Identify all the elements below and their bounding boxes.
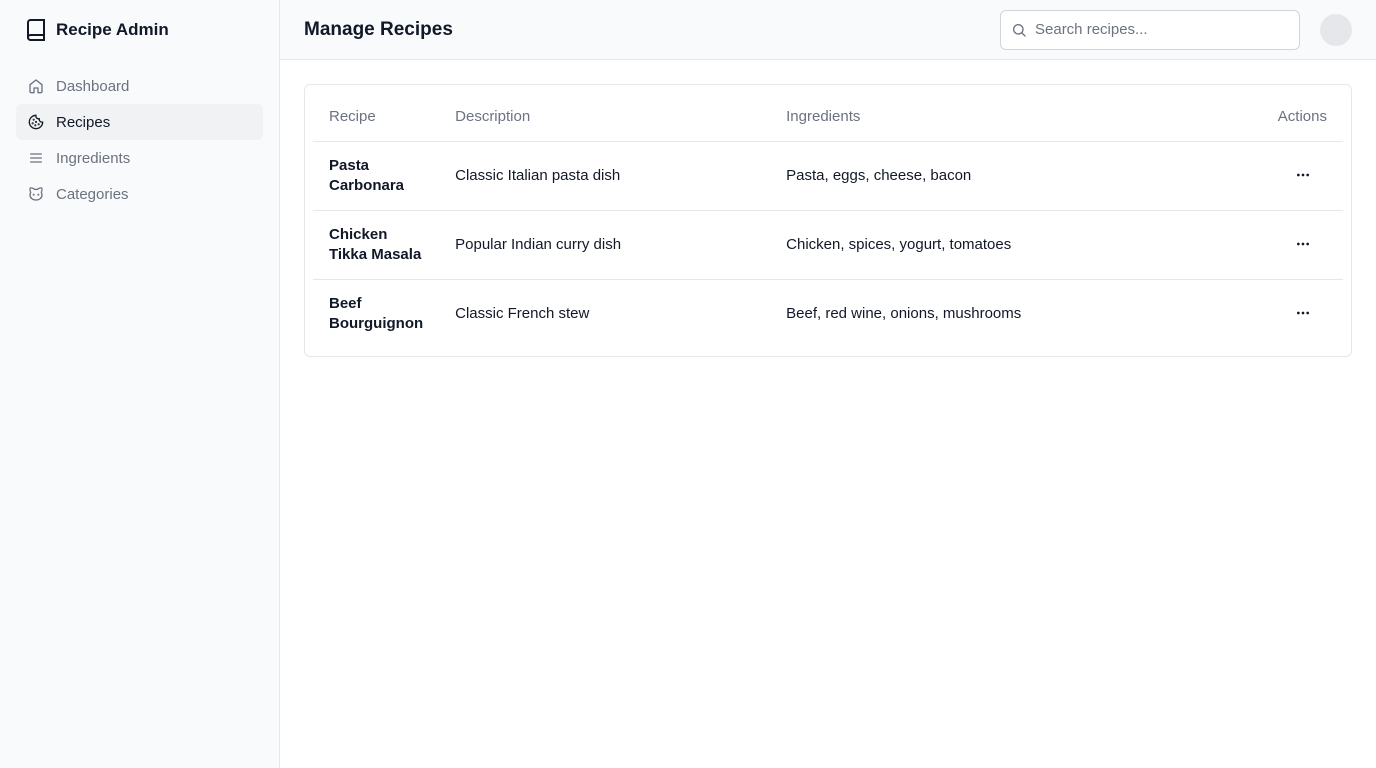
recipes-table: Recipe Description Ingredients Actions P… bbox=[313, 93, 1343, 348]
row-actions bbox=[1262, 279, 1343, 348]
cat-icon bbox=[28, 186, 44, 202]
table-row: Chicken Tikka Masala Popular Indian curr… bbox=[313, 210, 1343, 280]
column-header-description: Description bbox=[439, 93, 771, 142]
recipe-ingredients: Chicken, spices, yogurt, tomatoes bbox=[770, 210, 1262, 280]
sidebar-item-label: Ingredients bbox=[56, 149, 131, 167]
sidebar-item-label: Categories bbox=[56, 185, 129, 203]
avatar[interactable] bbox=[1320, 13, 1352, 46]
list-icon bbox=[28, 150, 44, 166]
page-title: Manage Recipes bbox=[304, 18, 453, 40]
column-header-ingredients: Ingredients bbox=[770, 93, 1262, 142]
sidebar-item-ingredients[interactable]: Ingredients bbox=[16, 140, 263, 176]
more-horizontal-icon bbox=[1297, 311, 1309, 314]
column-header-recipe: Recipe bbox=[313, 93, 440, 142]
sidebar-item-label: Dashboard bbox=[56, 77, 130, 95]
table-row: Pasta Carbonara Classic Italian pasta di… bbox=[313, 141, 1343, 211]
more-horizontal-icon bbox=[1297, 173, 1309, 176]
table-row: Beef Bourguignon Classic French stew Bee… bbox=[313, 279, 1343, 348]
recipe-name: Pasta Carbonara bbox=[313, 141, 440, 211]
search-icon bbox=[1011, 22, 1027, 38]
more-actions-button[interactable] bbox=[1291, 301, 1315, 325]
row-actions bbox=[1261, 210, 1343, 280]
more-actions-button[interactable] bbox=[1291, 232, 1315, 256]
table-header-row: Recipe Description Ingredients Actions bbox=[313, 93, 1343, 142]
book-icon bbox=[27, 19, 45, 41]
recipe-description: Classic Italian pasta dish bbox=[439, 141, 771, 211]
more-actions-button[interactable] bbox=[1291, 163, 1315, 187]
recipe-ingredients: Beef, red wine, onions, mushrooms bbox=[786, 304, 1022, 322]
sidebar-nav: Dashboard Recipes Ingredients Categories bbox=[16, 68, 263, 212]
search-box[interactable] bbox=[1000, 9, 1300, 50]
search-input[interactable] bbox=[1035, 21, 1289, 38]
recipe-description: Popular Indian curry dish bbox=[439, 210, 771, 280]
recipe-description: Classic French stew bbox=[455, 304, 590, 322]
sidebar: Recipe Admin Dashboard Recipes Ingredien… bbox=[0, 0, 280, 768]
brand[interactable]: Recipe Admin bbox=[16, 16, 263, 44]
top-header: Manage Recipes bbox=[280, 0, 1376, 60]
sidebar-item-recipes[interactable]: Recipes bbox=[16, 104, 263, 140]
recipe-name: Chicken Tikka Masala bbox=[313, 210, 440, 280]
sidebar-item-categories[interactable]: Categories bbox=[16, 176, 263, 212]
main-area: Manage Recipes Recipe Description Ingred… bbox=[280, 0, 1376, 768]
app-title: Recipe Admin bbox=[56, 20, 169, 39]
row-actions bbox=[1261, 141, 1343, 211]
recipe-name: Beef Bourguignon bbox=[329, 294, 424, 332]
content: Recipe Description Ingredients Actions P… bbox=[280, 60, 1376, 381]
recipe-ingredients: Pasta, eggs, cheese, bacon bbox=[770, 141, 1262, 211]
sidebar-item-label: Recipes bbox=[56, 113, 111, 131]
recipes-card: Recipe Description Ingredients Actions P… bbox=[304, 84, 1352, 357]
column-header-actions: Actions bbox=[1261, 93, 1343, 142]
more-horizontal-icon bbox=[1297, 242, 1309, 245]
sidebar-item-dashboard[interactable]: Dashboard bbox=[16, 68, 263, 104]
cookie-icon bbox=[28, 114, 44, 130]
home-icon bbox=[28, 78, 44, 94]
